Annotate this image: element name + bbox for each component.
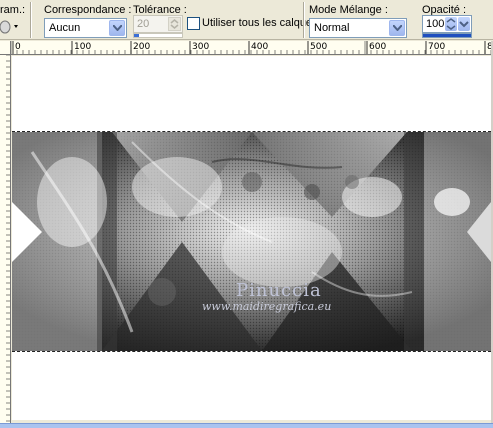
window-bottom-border <box>0 423 493 428</box>
match-mode-select[interactable]: Aucun <box>44 18 127 38</box>
ruler-label: 400 <box>251 42 269 52</box>
tolerance-spinner[interactable] <box>168 17 181 31</box>
tool-options-bar: ram.: Correspondance : Aucun Tolérance :… <box>0 0 493 40</box>
match-mode-value: Aucun <box>49 22 81 34</box>
tolerance-slider-fill <box>134 34 139 37</box>
tolerance-input[interactable]: 20 <box>133 15 183 33</box>
blend-mode-label: Mode Mélange : <box>309 4 388 16</box>
ruler-label: 100 <box>74 42 92 52</box>
use-all-layers-label: Utiliser tous les calques <box>202 17 318 29</box>
opacity-slider-fill <box>423 34 471 37</box>
ruler-corner <box>0 41 11 55</box>
tolerance-value: 20 <box>137 18 150 30</box>
spin-arrows-icon <box>446 18 456 30</box>
match-label: Correspondance : <box>44 4 132 16</box>
opacity-slider[interactable] <box>422 33 472 38</box>
spin-arrows-icon <box>170 19 179 29</box>
preset-dropdown[interactable] <box>0 16 20 38</box>
blend-mode-select[interactable]: Normal <box>309 18 407 38</box>
ruler-label: 200 <box>133 42 151 52</box>
chevron-down-icon <box>459 21 469 28</box>
opacity-spinner[interactable] <box>445 17 457 31</box>
opacity-value: 100 <box>426 18 445 30</box>
image-canvas[interactable]: Pinuccia www.maidiregrafica.eu <box>12 56 491 420</box>
ruler-label: 700 <box>428 42 446 52</box>
vertical-ruler <box>0 55 11 423</box>
preset-label: ram.: <box>0 4 26 16</box>
artwork-image <box>12 132 491 351</box>
ruler-label: 600 <box>369 42 387 52</box>
opacity-dropdown[interactable] <box>458 17 470 31</box>
blend-mode-value: Normal <box>314 22 350 34</box>
separator <box>30 2 32 38</box>
tolerance-slider[interactable] <box>133 33 183 38</box>
brush-preset-icon <box>0 20 18 34</box>
chevron-down-icon[interactable] <box>109 20 125 36</box>
watermark-url: www.maidiregrafica.eu <box>202 300 332 313</box>
opacity-input[interactable]: 100 <box>422 15 472 33</box>
ruler-label: 500 <box>310 42 328 52</box>
ruler-label: 0 <box>15 42 21 52</box>
selection-marquee-bottom <box>12 351 491 352</box>
watermark-title: Pinuccia <box>236 280 322 301</box>
horizontal-ruler: 0 100 200 300 400 500 600 700 800 <box>11 41 493 55</box>
use-all-layers-checkbox[interactable] <box>187 17 200 30</box>
ruler-ticks <box>6 55 10 422</box>
chevron-down-icon[interactable] <box>389 20 405 36</box>
separator <box>303 2 305 38</box>
ruler-label: 300 <box>192 42 210 52</box>
